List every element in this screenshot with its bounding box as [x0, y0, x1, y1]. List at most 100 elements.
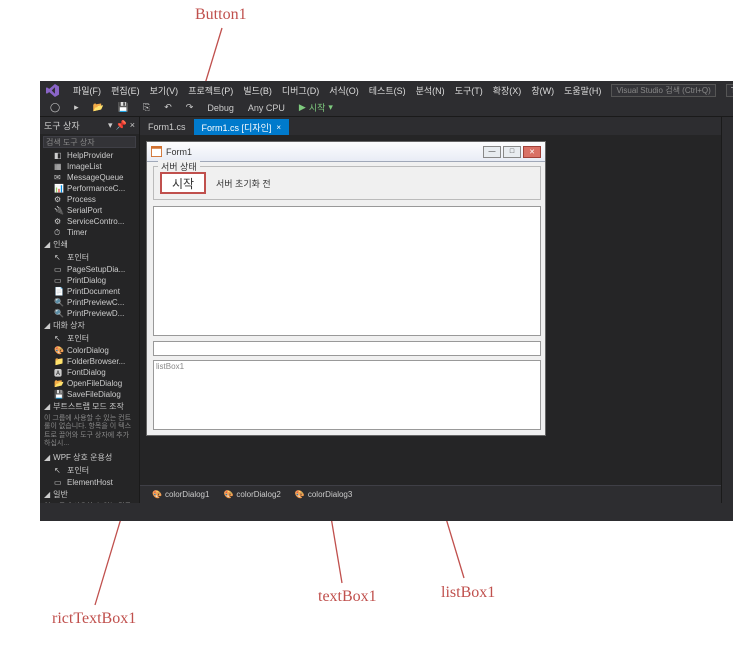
- menu-format[interactable]: 서식(O): [329, 84, 359, 97]
- tab-form1-design[interactable]: Form1.cs [디자인]×: [194, 119, 290, 135]
- toolbox-item[interactable]: 💾SaveFileDialog: [40, 389, 139, 400]
- toolbox-section-dialogs[interactable]: ◢대화 상자: [40, 319, 139, 332]
- toolbox-item[interactable]: 📊PerformanceC...: [40, 183, 139, 194]
- toolbar-new-icon[interactable]: ▸: [70, 102, 83, 113]
- groupbox-server-status[interactable]: 서버 상태 시작 서버 초기화 전: [153, 166, 541, 200]
- toolbox-item[interactable]: ⏱Timer: [40, 227, 139, 238]
- tab-form1cs[interactable]: Form1.cs: [140, 119, 194, 135]
- annotation-textbox1: textBox1: [318, 588, 377, 606]
- menu-help[interactable]: 도움말(H): [564, 84, 601, 97]
- toolbox-item[interactable]: ▭PrintDialog: [40, 275, 139, 286]
- toolbox-panel: 도구 상자 ▾📌× 검색 도구 상자 ◧HelpProvider ▦ImageL…: [40, 117, 140, 503]
- toolbox-item[interactable]: ↖포인터: [40, 251, 139, 264]
- toolbox-item[interactable]: 📂OpenFileDialog: [40, 378, 139, 389]
- toolbox-search-input[interactable]: 검색 도구 상자: [43, 136, 136, 148]
- tab-strip: Form1.cs Form1.cs [디자인]×: [140, 117, 721, 135]
- menu-project[interactable]: 프로젝트(P): [188, 84, 233, 97]
- toolbox-item[interactable]: ▭PageSetupDia...: [40, 264, 139, 275]
- toolbar-open-icon[interactable]: 📂: [89, 102, 108, 113]
- chevron-down-icon: ◢: [44, 402, 50, 411]
- tray-colordialog1[interactable]: 🎨colorDialog1: [152, 490, 209, 499]
- chevron-down-icon: ◢: [44, 240, 50, 249]
- toolbox-item[interactable]: ⚙ServiceContro...: [40, 216, 139, 227]
- toolbar-start-button[interactable]: ▶ 시작 ▾: [295, 101, 337, 114]
- minimize-button[interactable]: —: [483, 146, 501, 158]
- toolbox-section-general[interactable]: ◢일반: [40, 488, 139, 501]
- tray-colordialog2[interactable]: 🎨colorDialog2: [223, 490, 280, 499]
- toolbox-section-wpf[interactable]: ◢WPF 상호 운용성: [40, 451, 139, 464]
- visual-studio-window: 파일(F) 편집(E) 보기(V) 프로젝트(P) 빌드(B) 디버그(D) 서…: [40, 81, 733, 521]
- component-tray: 🎨colorDialog1 🎨colorDialog2 🎨colorDialog…: [140, 485, 721, 503]
- designer-surface[interactable]: Form1 — □ ✕ 서버 상태 시작 서버 초기화 전 listBox1: [140, 135, 721, 485]
- toolbox-item[interactable]: 🅰FontDialog: [40, 367, 139, 378]
- toolbar-platform[interactable]: Any CPU: [244, 103, 289, 113]
- colordialog-icon: 🎨: [295, 490, 305, 499]
- solution-name[interactable]: TCPIPServerTest: [726, 84, 733, 97]
- toolbox-item[interactable]: 📄PrintDocument: [40, 286, 139, 297]
- textbox1[interactable]: [153, 341, 541, 356]
- menu-build[interactable]: 빌드(B): [243, 84, 272, 97]
- vs-logo-icon: [46, 83, 59, 97]
- toolbox-item[interactable]: ▦ImageList: [40, 161, 139, 172]
- toolbox-item[interactable]: ◧HelpProvider: [40, 150, 139, 161]
- chevron-down-icon: ◢: [44, 321, 50, 330]
- toolbox-section-print[interactable]: ◢인쇄: [40, 238, 139, 251]
- form1-window[interactable]: Form1 — □ ✕ 서버 상태 시작 서버 초기화 전 listBox1: [146, 141, 546, 436]
- listbox1[interactable]: listBox1: [153, 360, 541, 430]
- menu-test[interactable]: 테스트(S): [369, 84, 406, 97]
- toolbox-item[interactable]: 📁FolderBrowser...: [40, 356, 139, 367]
- toolbar-nav-back-icon[interactable]: ◯: [46, 102, 64, 113]
- toolbox-item[interactable]: 🎨ColorDialog: [40, 345, 139, 356]
- maximize-button[interactable]: □: [503, 146, 521, 158]
- menu-window[interactable]: 창(W): [531, 84, 554, 97]
- toolbox-item[interactable]: 🔌SerialPort: [40, 205, 139, 216]
- richtextbox1[interactable]: [153, 206, 541, 336]
- colordialog-icon: 🎨: [223, 490, 233, 499]
- toolbox-info-text: 이 그룹에 사용할 수 있는 컨트롤이 없습니다. 항목을 이 텍스트로 끌어와…: [40, 413, 139, 451]
- chevron-down-icon: ◢: [44, 453, 50, 462]
- toolbox-item[interactable]: ✉MessageQueue: [40, 172, 139, 183]
- toolbar-redo-icon[interactable]: ↷: [182, 102, 198, 113]
- toolbox-section-bootstrap[interactable]: ◢부트스트랩 모드 조작: [40, 400, 139, 413]
- toolbox-item[interactable]: ↖포인터: [40, 332, 139, 345]
- chevron-down-icon: ◢: [44, 490, 50, 499]
- toolbox-item[interactable]: ▭ElementHost: [40, 477, 139, 488]
- menu-debug[interactable]: 디버그(D): [282, 84, 319, 97]
- vs-menubar: 파일(F) 편집(E) 보기(V) 프로젝트(P) 빌드(B) 디버그(D) 서…: [40, 81, 733, 99]
- toolbox-item[interactable]: 🔍PrintPreviewC...: [40, 297, 139, 308]
- menu-analyze[interactable]: 분석(N): [416, 84, 445, 97]
- close-button[interactable]: ✕: [523, 146, 541, 158]
- annotation-richtextbox1: rictTextBox1: [52, 610, 136, 628]
- annotation-button1: Button1: [195, 6, 247, 24]
- toolbar-saveall-icon[interactable]: ⎘: [139, 102, 154, 113]
- menu-tools[interactable]: 도구(T): [455, 84, 483, 97]
- toolbox-title: 도구 상자 ▾📌×: [40, 117, 139, 134]
- tab-close-icon[interactable]: ×: [276, 123, 281, 132]
- toolbox-item[interactable]: ↖포인터: [40, 464, 139, 477]
- vs-body: 도구 상자 ▾📌× 검색 도구 상자 ◧HelpProvider ▦ImageL…: [40, 117, 733, 503]
- menu-file[interactable]: 파일(F): [73, 84, 101, 97]
- form1-title-text: Form1: [166, 147, 192, 157]
- toolbox-item[interactable]: 🔍PrintPreviewD...: [40, 308, 139, 319]
- status-label: 서버 초기화 전: [216, 177, 271, 190]
- toolbox-item[interactable]: ⚙Process: [40, 194, 139, 205]
- menu-extensions[interactable]: 확장(X): [493, 84, 522, 97]
- menu-edit[interactable]: 편집(E): [111, 84, 140, 97]
- tray-colordialog3[interactable]: 🎨colorDialog3: [295, 490, 352, 499]
- toolbar-save-icon[interactable]: 💾: [114, 102, 133, 113]
- start-button[interactable]: 시작: [160, 172, 206, 194]
- toolbox-pin-icon[interactable]: ▾: [108, 120, 113, 131]
- vs-toolbar: ◯ ▸ 📂 💾 ⎘ ↶ ↷ Debug Any CPU ▶ 시작 ▾: [40, 99, 733, 117]
- annotation-listbox1: listBox1: [441, 584, 495, 602]
- toolbar-undo-icon[interactable]: ↶: [160, 102, 176, 113]
- right-gutter: [721, 117, 733, 503]
- menu-view[interactable]: 보기(V): [150, 84, 179, 97]
- editor-main: Form1.cs Form1.cs [디자인]× Form1 — □ ✕: [140, 117, 721, 503]
- toolbar-config-debug[interactable]: Debug: [203, 103, 238, 113]
- global-search-input[interactable]: Visual Studio 검색 (Ctrl+Q): [611, 84, 715, 97]
- form-icon: [151, 146, 162, 157]
- colordialog-icon: 🎨: [152, 490, 162, 499]
- toolbox-close-icon[interactable]: 📌: [116, 120, 127, 131]
- form1-titlebar: Form1 — □ ✕: [147, 142, 545, 162]
- toolbox-info-text: 이 그룹에 사용할 수 있는 컨트롤이 없습니다. 항목을 이 텍스트로 끌어와…: [40, 501, 139, 503]
